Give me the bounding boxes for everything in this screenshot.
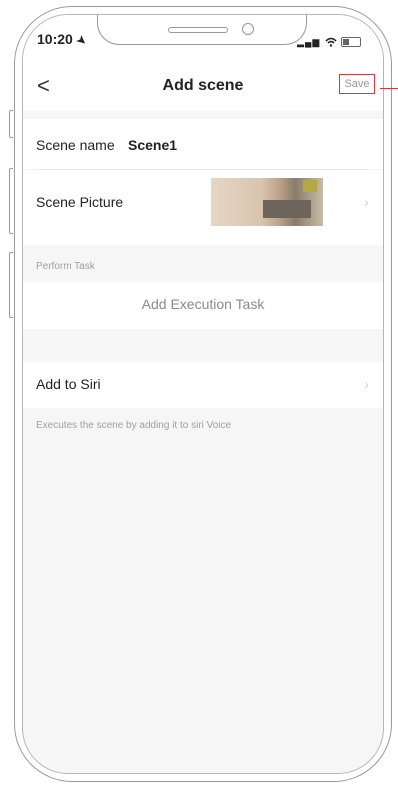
save-button[interactable]: Save [339,74,375,94]
location-icon: ➤ [73,33,89,49]
scene-name-row[interactable]: Scene name Scene1 [23,119,383,169]
add-execution-task-row[interactable]: Add Execution Task [23,282,383,329]
mute-switch [9,110,13,138]
nav-bar: < Add scene Save [23,61,383,111]
scene-picture-label: Scene Picture [36,194,124,210]
signal-icon: ▂▄▆ [297,37,321,47]
scene-picture-thumbnail[interactable] [211,178,323,226]
battery-icon [341,36,361,47]
chevron-right-icon: › [364,376,369,392]
scene-name-label: Scene name [36,137,115,153]
page-title: Add scene [162,77,244,94]
speaker-grille [168,27,228,33]
status-time: 10:20 ➤ [37,31,89,49]
chevron-right-icon: › [364,194,369,210]
time-text: 10:20 [37,31,73,47]
scene-name-value[interactable]: Scene1 [128,137,177,153]
wifi-icon [325,37,337,47]
notch [97,15,307,45]
phone-screen: 10:20 ➤ ▂▄▆ < Add scene Save Scene name … [22,14,384,774]
volume-up-button [9,168,13,234]
add-to-siri-row[interactable]: Add to Siri › [23,362,383,408]
status-icons: ▂▄▆ [297,34,361,48]
add-to-siri-label: Add to Siri [36,376,101,392]
scene-picture-row[interactable]: Scene Picture › [23,170,383,245]
status-bar: 10:20 ➤ ▂▄▆ [23,15,383,61]
save-callout-line [380,88,398,89]
front-camera [242,23,254,35]
siri-description: Executes the scene by adding it to siri … [36,420,232,431]
perform-task-header: Perform Task [36,261,95,272]
volume-down-button [9,252,13,318]
add-execution-task-button[interactable]: Add Execution Task [23,296,383,312]
